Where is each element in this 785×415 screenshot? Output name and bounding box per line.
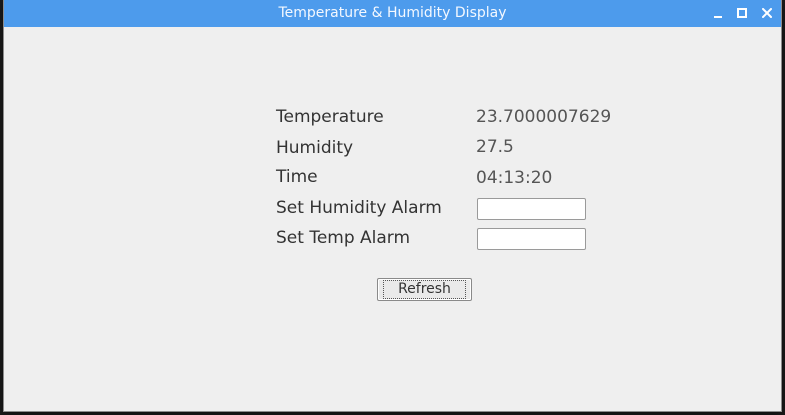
window-title: Temperature & Humidity Display xyxy=(278,5,507,21)
humidity-alarm-label: Set Humidity Alarm xyxy=(276,198,442,218)
temperature-label: Temperature xyxy=(276,107,384,127)
time-label: Time xyxy=(276,167,318,187)
app-window: Temperature & Humidity Display Temperatu… xyxy=(4,0,781,411)
minimize-button[interactable] xyxy=(710,5,726,21)
main-panel: Temperature 23.7000007629 Humidity 27.5 … xyxy=(4,27,781,411)
close-icon xyxy=(762,8,772,18)
humidity-value: 27.5 xyxy=(476,137,514,157)
temp-alarm-label: Set Temp Alarm xyxy=(276,228,411,248)
close-button[interactable] xyxy=(759,5,775,21)
time-value: 04:13:20 xyxy=(476,168,553,188)
maximize-icon xyxy=(737,8,747,18)
temp-alarm-input[interactable] xyxy=(477,228,586,250)
maximize-button[interactable] xyxy=(734,5,750,21)
humidity-label: Humidity xyxy=(276,138,354,158)
humidity-alarm-input[interactable] xyxy=(477,198,586,220)
refresh-button-label: Refresh xyxy=(383,280,466,299)
minimize-icon xyxy=(714,15,722,18)
temperature-value: 23.7000007629 xyxy=(476,107,612,127)
title-bar[interactable]: Temperature & Humidity Display xyxy=(4,0,781,27)
refresh-button[interactable]: Refresh xyxy=(377,278,472,301)
